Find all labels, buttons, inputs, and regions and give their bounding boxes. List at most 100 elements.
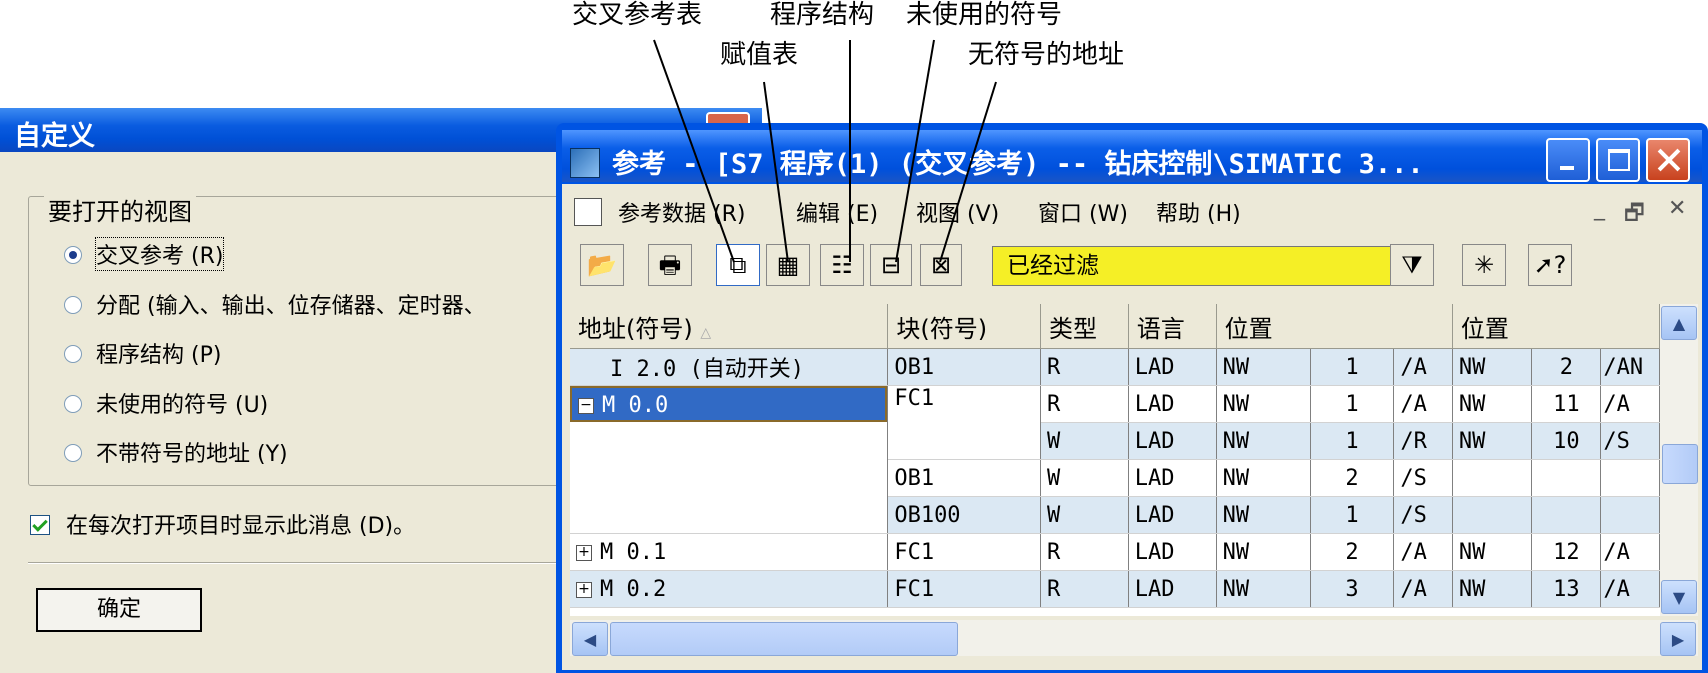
print-icon[interactable]: 🖶 (648, 244, 692, 286)
header-block[interactable]: 块(符号) (887, 304, 1041, 349)
cell-language: LAD (1128, 533, 1217, 571)
radio-program-structure[interactable] (64, 345, 82, 363)
menu-reference-data[interactable]: 参考数据 (R) (618, 196, 745, 228)
menu-view[interactable]: 视图 (V) (916, 196, 999, 228)
cell-loc2-op: /AN (1600, 348, 1660, 386)
xref-icon[interactable]: ⧉ (716, 244, 760, 286)
window-close-button[interactable] (1646, 138, 1690, 182)
cell-loc1-number: 2 (1310, 533, 1395, 571)
unused-symbols-icon[interactable]: ⊟ (870, 244, 912, 286)
scroll-up-icon[interactable]: ▲ (1661, 306, 1697, 340)
cell-loc2-op: /A (1600, 570, 1660, 608)
selected-address-cell[interactable]: − M 0.0 (570, 386, 887, 422)
cell-type: R (1040, 570, 1129, 608)
open-icon[interactable]: 📂 (580, 244, 624, 286)
cell-loc2-network: NW (1452, 533, 1533, 571)
annotation-addr-without-symbol: 无符号的地址 (968, 40, 1125, 70)
cell-loc1-op: /A (1393, 570, 1453, 608)
cell-loc1-network: NW (1216, 385, 1311, 423)
cell-loc1-op: /A (1393, 385, 1453, 423)
horizontal-scroll-thumb[interactable] (610, 622, 958, 656)
cell-type: W (1040, 459, 1129, 497)
menu-edit[interactable]: 编辑 (E) (796, 196, 878, 228)
radio-unused-symbols[interactable] (64, 395, 82, 413)
filter-icon[interactable]: ⧩ (1390, 244, 1434, 286)
cell-block: FC1 (887, 533, 1041, 571)
menu-window[interactable]: 窗口 (W) (1038, 196, 1128, 228)
cell-loc2-network: NW (1452, 348, 1533, 386)
radio-assignment[interactable] (64, 296, 82, 314)
view-group-label: 要打开的视图 (44, 192, 196, 227)
annotation-xref-table: 交叉参考表 (572, 0, 703, 30)
header-language[interactable]: 语言 (1128, 304, 1217, 349)
cell-loc1-number: 1 (1310, 422, 1395, 460)
scroll-down-icon[interactable]: ▼ (1661, 580, 1697, 614)
cell-loc2-network: NW (1452, 422, 1533, 460)
menu-help[interactable]: 帮助 (H) (1156, 196, 1241, 228)
cell-loc2-op: /A (1600, 385, 1660, 423)
radio-addr-without-symbol-label[interactable]: 不带符号的地址 (Y) (96, 436, 288, 468)
header-location-1[interactable]: 位置 (1216, 304, 1453, 349)
ok-button[interactable]: 确定 (36, 588, 202, 632)
collapse-icon[interactable]: − (578, 398, 594, 414)
cell-loc2-op (1600, 459, 1660, 497)
radio-program-structure-label[interactable]: 程序结构 (P) (96, 337, 221, 369)
cell-type: R (1040, 348, 1129, 386)
app-icon (570, 148, 600, 178)
dialog-title: 自定义 (14, 121, 95, 152)
radio-unused-symbols-label[interactable]: 未使用的符号 (U) (96, 387, 268, 419)
cell-language: LAD (1128, 422, 1217, 460)
radio-addr-without-symbol[interactable] (64, 444, 82, 462)
cell-loc1-network: NW (1216, 496, 1311, 534)
maximize-button[interactable] (1596, 138, 1640, 182)
mdi-close-icon[interactable]: ✕ (1668, 196, 1686, 221)
expand-icon[interactable]: + (576, 581, 592, 598)
expand-icon[interactable]: + (576, 544, 592, 561)
new-window-icon[interactable]: ✳ (1462, 244, 1506, 286)
vertical-scroll-thumb[interactable] (1662, 444, 1698, 484)
radio-xref[interactable] (64, 246, 82, 264)
minimize-button[interactable] (1546, 138, 1590, 182)
cell-block: OB100 (887, 496, 1041, 534)
table-row[interactable]: + M 0.1 FC1 R LAD NW 2/A NW 12/A (570, 533, 1660, 571)
cell-block: FC1 (887, 570, 1041, 608)
help-icon[interactable]: ➚? (1528, 244, 1572, 286)
cell-loc1-network: NW (1216, 459, 1311, 497)
cell-language: LAD (1128, 459, 1217, 497)
radio-assignment-label[interactable]: 分配 (输入、输出、位存储器、定时器、 (96, 288, 486, 320)
header-type[interactable]: 类型 (1040, 304, 1129, 349)
table-row[interactable]: − M 0.0 FC1 R LAD NW 1/A NW 11/A (570, 385, 1660, 534)
cell-loc2-network (1452, 496, 1533, 534)
mdi-restore-icon[interactable]: 🗗 (1624, 196, 1645, 234)
cell-loc2-number: 10 (1531, 422, 1602, 460)
show-message-label[interactable]: 在每次打开项目时显示此消息 (D)。 (66, 508, 415, 540)
table-row[interactable]: I 2.0 (自动开关) OB1 R LAD NW 1/A NW 2/AN (570, 348, 1660, 386)
assignment-icon[interactable]: ▦ (766, 244, 810, 286)
header-location-2[interactable]: 位置 (1452, 304, 1660, 349)
cell-language: LAD (1128, 348, 1217, 386)
filter-status-field: 已经过滤 (992, 246, 1410, 286)
header-address[interactable]: 地址(符号) △ (570, 304, 889, 349)
mdi-minimize-icon[interactable]: _ (1594, 196, 1605, 221)
scroll-left-icon[interactable]: ◀ (572, 622, 608, 656)
window-title: 参考 - [S7 程序(1) (交叉参考) -- 钻床控制\SIMATIC 3.… (612, 149, 1424, 180)
xref-table-view: 地址(符号) △ 块(符号) 类型 语言 位置 位置 I 2.0 (自动开关) O… (570, 304, 1660, 616)
program-structure-icon[interactable]: ☷ (820, 244, 864, 286)
scroll-right-icon[interactable]: ▶ (1660, 622, 1696, 656)
cell-loc2-number: 12 (1531, 533, 1602, 571)
cell-loc2-network: NW (1452, 385, 1533, 423)
cell-loc1-network: NW (1216, 348, 1311, 386)
cell-language: LAD (1128, 385, 1217, 423)
cell-type: W (1040, 422, 1129, 460)
cell-block: FC1 (887, 385, 1041, 460)
address-text: M 0.1 (600, 539, 667, 565)
table-row[interactable]: + M 0.2 FC1 R LAD NW 3/A NW 13/A (570, 570, 1660, 608)
cell-loc1-network: NW (1216, 570, 1311, 608)
cell-loc1-number: 1 (1310, 496, 1395, 534)
show-message-checkbox[interactable] (30, 515, 50, 535)
cell-type: R (1040, 533, 1129, 571)
addr-without-symbol-icon[interactable]: ⊠ (920, 244, 962, 286)
document-icon (574, 198, 602, 226)
address-text: M 0.0 (602, 393, 669, 418)
radio-xref-label[interactable]: 交叉参考 (R) (94, 237, 225, 271)
